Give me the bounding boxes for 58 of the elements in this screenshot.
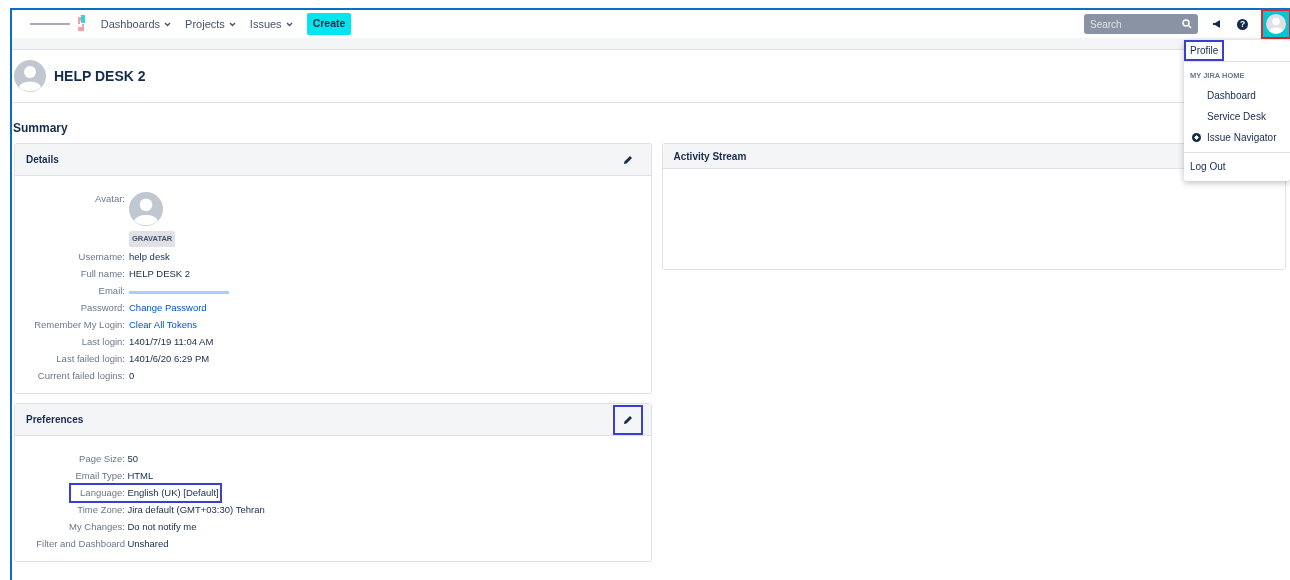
field-label: Remember My Login: [33,317,125,332]
field-label: Password: [79,300,125,315]
field-link[interactable]: Clear All Tokens [129,317,651,332]
menu-item[interactable]: Dashboard [1184,85,1290,107]
radio-selected-icon [1192,133,1201,143]
panel-title: Details [26,153,59,167]
field-value: 1401/7/19 11:04 AM [129,334,215,349]
field-label: Avatar: [94,192,125,206]
search-field[interactable]: Search [1084,14,1198,34]
field-label: Language: [79,486,125,501]
nav-menu[interactable]: Issues [249,15,293,33]
menu-item-label: Service Desk [1207,110,1266,125]
caret-icon [285,21,293,27]
field-link[interactable]: Change Password [129,300,651,315]
menu-item-label: Issue Navigator [1207,131,1277,146]
field-label: Page Size: [78,452,125,467]
caret-icon [228,21,236,27]
field-label: Full name: [79,266,125,281]
menu-item[interactable]: Log Out [1184,156,1290,178]
edit-button[interactable] [613,404,643,435]
field-value: 0 [129,368,136,383]
field-label: Filter and Dashboard [35,537,125,552]
field-label: Email Type: [74,469,125,484]
field-label: Email: [97,283,125,298]
field-value: Jira default (GMT+03:30) Tehran [127,503,265,518]
help-icon[interactable]: ? [1237,18,1248,30]
caret-icon [164,21,172,27]
field-value: HTML [127,469,154,484]
menu-item-label: Dashboard [1207,89,1256,104]
search-icon [1182,19,1192,29]
panel-title: Activity Stream [673,149,747,164]
field-value: English (UK) [Default] [127,486,219,501]
field-value: 1401/6/20 6:29 PM [129,351,211,366]
field-label: Username: [77,249,125,264]
field-value: Do not notify me [127,520,197,535]
create-button[interactable]: Create [306,13,352,35]
avatar-icon [129,192,163,226]
field-label: Last failed login: [55,351,125,366]
user-avatar-button[interactable] [1262,10,1290,38]
nav-menu[interactable]: Projects [185,15,236,33]
field-value: help desk [129,249,171,264]
field-label: Time Zone: [76,503,125,518]
menu-item[interactable]: Profile [1184,40,1225,61]
menu-item[interactable]: Issue Navigator [1184,127,1290,149]
pencil-icon [623,414,633,425]
field-label: Current failed logins: [36,368,125,383]
field-label: My Changes: [68,520,125,535]
section-title: Summary [13,120,68,137]
panel-title: Preferences [26,413,84,428]
page-title: HELP DESK 2 [54,67,146,85]
user-avatar-icon [14,60,46,92]
field-value: HELP DESK 2 [129,266,192,281]
pencil-icon [623,154,633,165]
nav-menu[interactable]: Dashboards [100,15,172,33]
menu-item[interactable]: Service Desk [1184,106,1290,128]
field-value: Unshared [127,537,169,552]
field-label: Last login: [80,334,125,349]
field-value: 50 [127,452,138,467]
